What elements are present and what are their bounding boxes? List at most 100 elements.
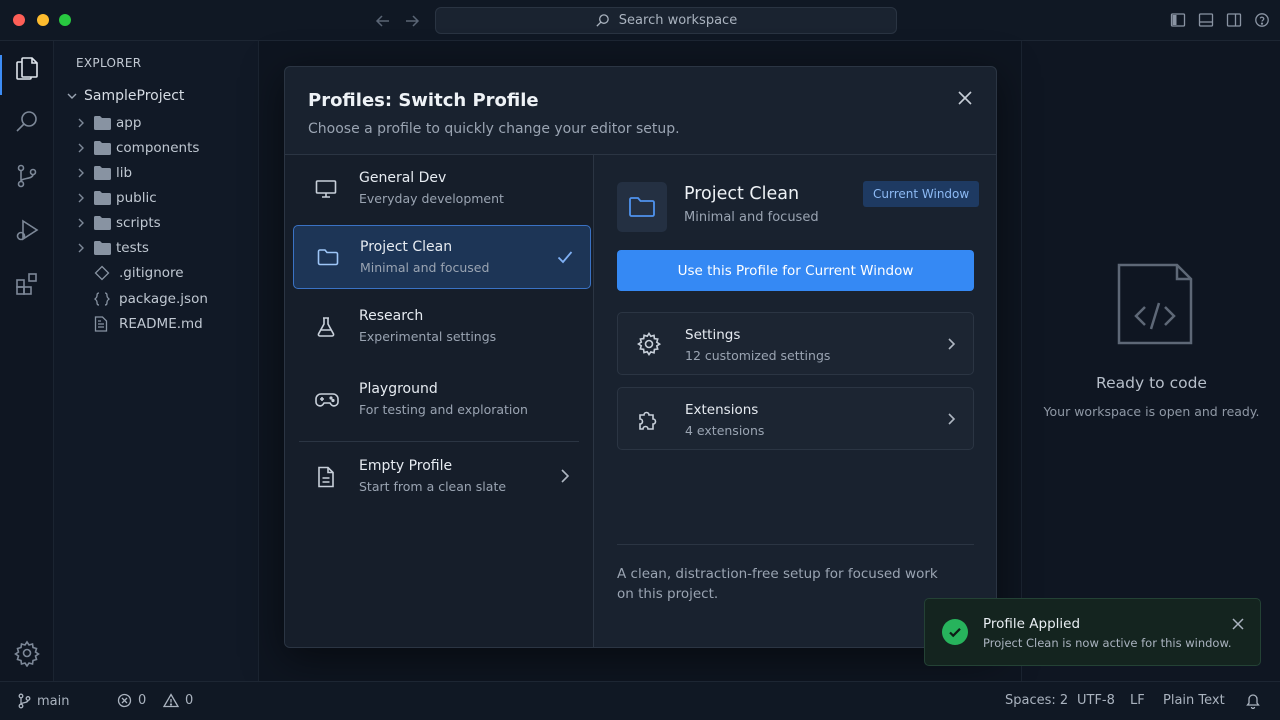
chevron-down-icon [66, 90, 78, 102]
search-icon[interactable] [13, 108, 41, 136]
folder-icon [316, 245, 340, 269]
help-icon[interactable] [1254, 12, 1270, 28]
close-icon[interactable] [1231, 617, 1245, 631]
language-mode[interactable]: Plain Text [1163, 693, 1225, 708]
document-icon [94, 316, 119, 332]
tree-folder-label: components [116, 140, 200, 156]
tree-file[interactable]: .gitignore [94, 263, 184, 283]
settings-title: Settings [685, 327, 741, 343]
chevron-right-icon [945, 336, 959, 352]
profile-item-general-dev[interactable]: General Dev Everyday development [293, 157, 591, 221]
branch-indicator[interactable]: main [17, 693, 69, 709]
search-box[interactable]: Search workspace [435, 7, 897, 34]
folder-icon [94, 216, 116, 230]
profile-name: Research [359, 308, 424, 324]
warnings-indicator[interactable]: 0 [163, 693, 193, 708]
run-debug-icon[interactable] [13, 216, 41, 244]
maximize-window-button[interactable] [59, 14, 71, 26]
activity-bar [0, 41, 54, 681]
chevron-right-icon [76, 193, 90, 203]
extensions-card[interactable]: Extensions 4 extensions [617, 387, 974, 450]
use-profile-button[interactable]: Use this Profile for Current Window [617, 250, 974, 291]
status-bar: main 0 0 Spaces: 2 UTF-8 LF Plain Text [0, 681, 1280, 720]
tree-file-label: package.json [119, 291, 208, 307]
folder-icon [94, 191, 116, 205]
tree-folder[interactable]: components [76, 138, 199, 158]
profile-applied-toast: Profile Applied Project Clean is now act… [924, 598, 1261, 666]
tree-folder-label: scripts [116, 215, 161, 231]
back-arrow-icon[interactable] [374, 12, 392, 30]
chevron-right-icon [557, 467, 573, 485]
tree-folder[interactable]: scripts [76, 213, 161, 233]
profile-description: For testing and exploration [359, 402, 528, 417]
tree-file-label: README.md [119, 316, 203, 332]
chevron-right-icon [945, 411, 959, 427]
extensions-icon[interactable] [13, 270, 41, 298]
extensions-title: Extensions [685, 402, 759, 418]
profile-item-project-clean[interactable]: Project Clean Minimal and focused [293, 225, 591, 289]
dialog-title: Profiles: Switch Profile [308, 90, 539, 111]
profile-list: General Dev Everyday development Project… [285, 155, 594, 647]
braces-icon [94, 291, 119, 307]
profile-name: General Dev [359, 170, 447, 186]
tree-file[interactable]: package.json [94, 289, 208, 309]
gear-icon [636, 331, 662, 357]
encoding-setting[interactable]: UTF-8 [1077, 693, 1115, 708]
profile-item-research[interactable]: Research Experimental settings [293, 295, 591, 359]
profile-name: Playground [359, 381, 438, 397]
close-icon[interactable] [956, 89, 974, 107]
ready-subtitle: Your workspace is open and ready. [1043, 404, 1260, 419]
toggle-sidebar-icon[interactable] [1170, 12, 1186, 28]
checkmark-icon [556, 248, 574, 266]
switch-profile-dialog: Profiles: Switch Profile Choose a profil… [284, 66, 997, 648]
gamepad-icon [314, 388, 339, 412]
chevron-right-icon [76, 243, 90, 253]
current-window-badge: Current Window [863, 181, 980, 207]
files-icon[interactable] [13, 54, 41, 82]
success-check-icon [942, 619, 968, 645]
tree-folder-label: lib [116, 165, 133, 181]
explorer-panel: EXPLORER SampleProject app components li… [54, 41, 259, 681]
monitor-icon [314, 177, 338, 201]
errors-indicator[interactable]: 0 [117, 693, 146, 708]
tree-folder-label: public [116, 190, 157, 206]
diamond-icon [94, 265, 119, 281]
details-divider [617, 544, 974, 545]
manage-gear-icon[interactable] [13, 639, 41, 667]
forward-arrow-icon[interactable] [403, 12, 421, 30]
profile-summary: A clean, distraction-free setup for focu… [617, 566, 938, 602]
bell-icon[interactable] [1245, 692, 1261, 709]
profile-item-playground[interactable]: Playground For testing and exploration [293, 368, 591, 432]
folder-icon [94, 116, 116, 130]
profile-name: Project Clean [360, 239, 453, 255]
branch-name: main [37, 693, 70, 709]
toggle-secondary-sidebar-icon[interactable] [1226, 12, 1242, 28]
chevron-right-icon [76, 218, 90, 228]
profile-item-empty-profile[interactable]: Empty Profile Start from a clean slate [293, 445, 591, 509]
settings-card[interactable]: Settings 12 customized settings [617, 312, 974, 375]
tree-folder[interactable]: tests [76, 238, 149, 258]
indentation-setting[interactable]: Spaces: 2 [1005, 693, 1068, 708]
profile-description: Minimal and focused [360, 260, 490, 275]
document-icon [314, 465, 338, 489]
tree-folder[interactable]: app [76, 113, 141, 133]
close-window-button[interactable] [13, 14, 25, 26]
explorer-title: EXPLORER [76, 56, 142, 70]
minimize-window-button[interactable] [37, 14, 49, 26]
eol-setting[interactable]: LF [1130, 693, 1145, 708]
tree-file[interactable]: README.md [94, 314, 203, 334]
profile-details: Project Clean Minimal and focused Curren… [595, 155, 996, 647]
folder-icon [94, 241, 116, 255]
tree-folder[interactable]: lib [76, 163, 132, 183]
selected-profile-name: Project Clean [684, 184, 800, 204]
tree-folder[interactable]: public [76, 188, 157, 208]
welcome-panel: Ready to code Your workspace is open and… [1021, 41, 1280, 681]
profile-name: Empty Profile [359, 458, 453, 474]
settings-count: 12 customized settings [685, 348, 831, 363]
project-root[interactable]: SampleProject [66, 88, 184, 104]
tree-file-label: .gitignore [119, 265, 184, 281]
code-file-icon [1117, 263, 1193, 345]
source-control-icon[interactable] [13, 162, 41, 190]
toast-message: Project Clean is now active for this win… [983, 636, 1232, 650]
toggle-panel-icon[interactable] [1198, 12, 1214, 28]
